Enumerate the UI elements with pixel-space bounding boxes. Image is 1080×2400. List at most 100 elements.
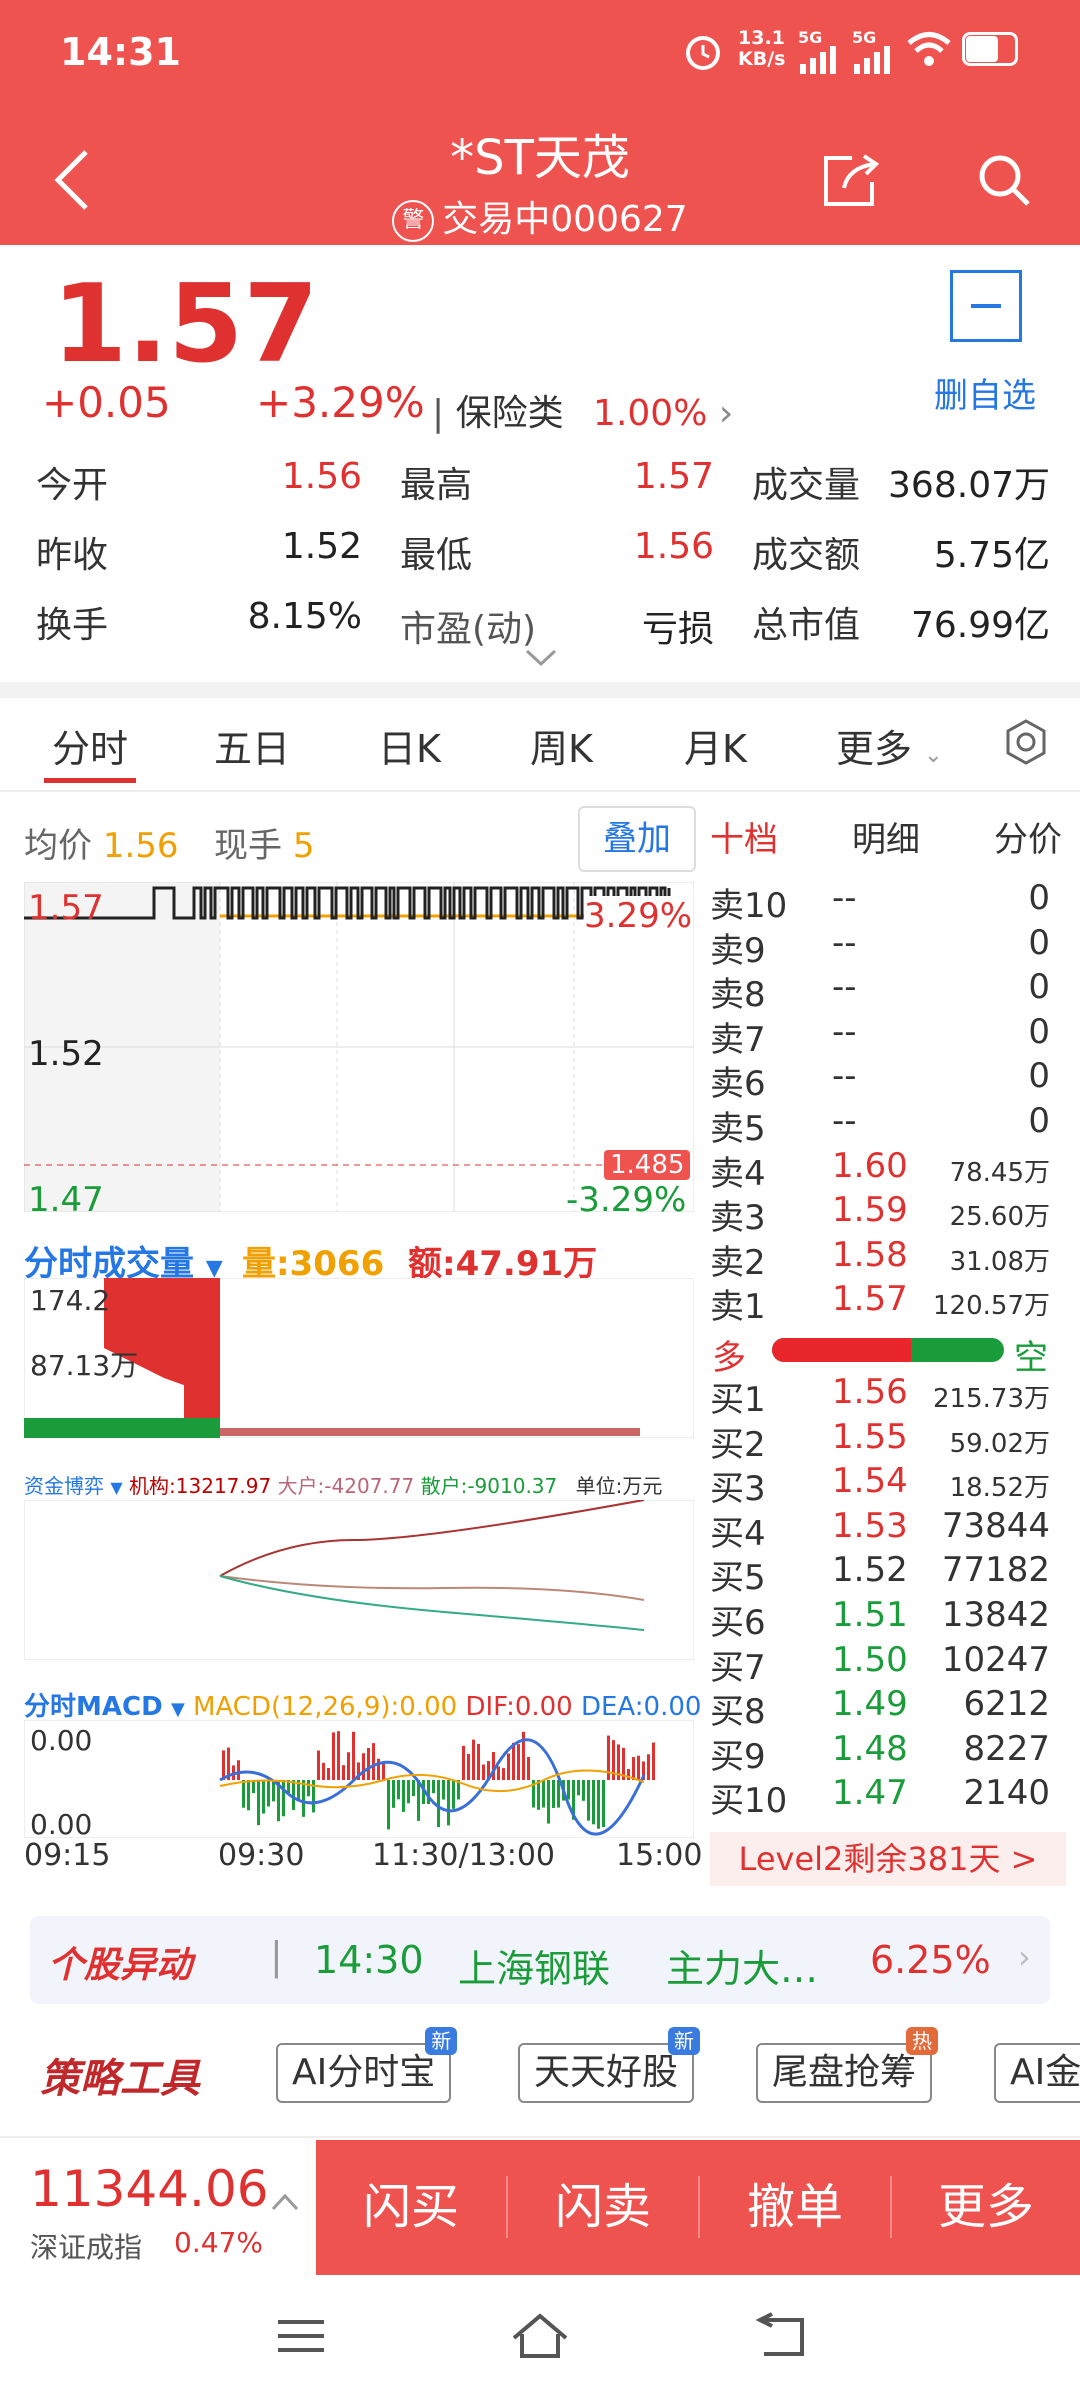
back-nav-icon[interactable] bbox=[752, 2312, 808, 2360]
stat-value: 8.15% bbox=[247, 596, 362, 637]
flash-buy-button[interactable]: 闪买 bbox=[316, 2140, 506, 2275]
avg-price: 均价 1.56 bbox=[24, 826, 179, 866]
macd-bar bbox=[437, 1780, 440, 1828]
overlay-button[interactable]: 叠加 bbox=[578, 806, 696, 872]
level2-banner[interactable]: Level2剩余381天 > bbox=[710, 1832, 1066, 1886]
macd-chart bbox=[24, 1720, 694, 1838]
ask-volume: 0 bbox=[1028, 922, 1050, 963]
chip-daily-stock[interactable]: 天天好股新 bbox=[518, 2027, 701, 2103]
more-button[interactable]: 更多 bbox=[892, 2140, 1080, 2275]
separator: | bbox=[270, 1934, 283, 1978]
tab-price-dist[interactable]: 分价 bbox=[994, 812, 1062, 861]
bid-level: 买10 bbox=[710, 1781, 788, 1822]
remove-favorite-button[interactable] bbox=[950, 270, 1022, 342]
ask-price: -- bbox=[832, 878, 857, 918]
index-value[interactable]: 11344.06 bbox=[30, 2160, 269, 2218]
bid-level: 买8 bbox=[710, 1692, 766, 1733]
ask-level: 卖9 bbox=[710, 930, 766, 971]
macd-bar bbox=[462, 1745, 465, 1780]
macd-bar bbox=[517, 1744, 520, 1780]
macd-bar bbox=[397, 1780, 400, 1800]
bid-row: 买2 1.55 59.02万 bbox=[710, 1417, 1050, 1465]
macd-bar bbox=[282, 1780, 285, 1817]
tab-details[interactable]: 明细 bbox=[852, 812, 920, 861]
chevron-up-icon[interactable] bbox=[270, 2192, 300, 2212]
news-source: 上海钢联 bbox=[458, 1947, 611, 1991]
ask-price: 1.58 bbox=[832, 1234, 908, 1275]
menu-icon[interactable] bbox=[276, 2316, 326, 2356]
ask-row: 卖1 1.57 120.57万 bbox=[710, 1279, 1050, 1327]
status-time: 14:31 bbox=[60, 30, 181, 74]
macd-bar bbox=[382, 1763, 385, 1780]
tab-more[interactable]: 更多 ⌄ bbox=[836, 718, 943, 773]
macd-tick-top: 0.00 bbox=[30, 1724, 93, 1757]
bid-row: 买3 1.54 18.52万 bbox=[710, 1461, 1050, 1509]
fund-flow-legend: 资金博弈 ▼ 机构:13217.97 大户:-4207.77 散户:-9010.… bbox=[24, 1474, 663, 1498]
ask-volume: 0 bbox=[1028, 1056, 1050, 1097]
bid-volume: 13842 bbox=[941, 1595, 1050, 1635]
tab-intraday[interactable]: 分时 bbox=[52, 718, 128, 773]
chevron-right-icon: › bbox=[1018, 1938, 1031, 1976]
index-name: 深证成指 bbox=[30, 2231, 143, 2264]
bid-row: 买6 1.51 13842 bbox=[710, 1595, 1050, 1643]
time-tick: 15:00 bbox=[616, 1838, 703, 1873]
news-text: 主力大… bbox=[666, 1947, 819, 1991]
macd-bar bbox=[387, 1780, 390, 1830]
bid-level: 买4 bbox=[710, 1513, 766, 1554]
sector-link[interactable]: | 保险类 1.00% › bbox=[432, 384, 733, 436]
macd-bar bbox=[432, 1780, 435, 1794]
ask-level: 卖4 bbox=[710, 1153, 766, 1194]
bid-row: 买5 1.52 77182 bbox=[710, 1550, 1050, 1598]
ask-level: 卖1 bbox=[710, 1287, 766, 1328]
bid-price: 1.51 bbox=[832, 1595, 908, 1635]
stat-label: 成交额 bbox=[752, 535, 861, 576]
cancel-order-button[interactable]: 撤单 bbox=[700, 2140, 890, 2275]
remove-favorite-label[interactable]: 删自选 bbox=[934, 368, 1036, 417]
settings-hex-icon[interactable] bbox=[1002, 718, 1050, 766]
ask-price: -- bbox=[832, 1056, 857, 1097]
ask-volume: 31.08万 bbox=[949, 1246, 1050, 1277]
macd-bar bbox=[577, 1780, 580, 1796]
macd-bar bbox=[337, 1731, 340, 1780]
bid-volume: 8227 bbox=[963, 1728, 1050, 1769]
tab-underline bbox=[44, 778, 136, 783]
ask-row: 卖4 1.60 78.45万 bbox=[710, 1146, 1050, 1194]
macd-bar bbox=[467, 1753, 470, 1780]
time-tick: 11:30/13:00 bbox=[372, 1838, 556, 1873]
tab-monthly-k[interactable]: 月K bbox=[684, 718, 747, 773]
ask-price: -- bbox=[832, 967, 857, 1008]
tab-daily-k[interactable]: 日K bbox=[378, 718, 441, 773]
alarm-icon bbox=[686, 36, 720, 70]
chip-ai-intraday[interactable]: AI分时宝新 bbox=[276, 2027, 458, 2103]
signal-icon bbox=[800, 46, 836, 74]
ask-volume: 78.45万 bbox=[949, 1157, 1050, 1188]
macd-bar bbox=[352, 1731, 355, 1780]
ask-row: 卖3 1.59 25.60万 bbox=[710, 1190, 1050, 1238]
stat-label: 总市值 bbox=[752, 605, 861, 646]
tab-ten-levels[interactable]: 十档 bbox=[710, 812, 778, 861]
bid-level: 买1 bbox=[710, 1380, 766, 1420]
flash-sell-button[interactable]: 闪卖 bbox=[508, 2140, 698, 2275]
stat-value: 1.57 bbox=[633, 456, 714, 497]
wifi-icon bbox=[907, 32, 951, 66]
ask-volume: 0 bbox=[1028, 1011, 1050, 1052]
header-bar: 14:31 13.1 KB/s 5G 5G *ST天茂 警交易中000627 bbox=[0, 0, 1080, 245]
ask-row: 卖10 -- 0 bbox=[710, 878, 1050, 926]
tab-five-day[interactable]: 五日 bbox=[214, 718, 290, 773]
price-axis-high: 1.57 bbox=[28, 888, 104, 928]
bid-level: 买7 bbox=[710, 1647, 766, 1688]
tab-weekly-k[interactable]: 周K bbox=[530, 718, 593, 773]
macd-bar bbox=[327, 1767, 330, 1780]
home-icon[interactable] bbox=[510, 2312, 570, 2360]
macd-bar bbox=[647, 1754, 650, 1780]
net-speed: 13.1 KB/s bbox=[738, 27, 786, 70]
macd-bar bbox=[342, 1765, 345, 1780]
ask-volume: 120.57万 bbox=[933, 1291, 1050, 1322]
search-icon[interactable] bbox=[976, 152, 1032, 208]
macd-bar bbox=[222, 1750, 225, 1780]
ask-volume: 0 bbox=[1028, 878, 1050, 918]
chip-close-rush[interactable]: 尾盘抢筹热 bbox=[756, 2027, 939, 2103]
share-icon[interactable] bbox=[822, 152, 880, 208]
expand-chevron-icon[interactable] bbox=[524, 648, 558, 668]
chip-ai-gold[interactable]: AI金 bbox=[994, 2043, 1080, 2103]
